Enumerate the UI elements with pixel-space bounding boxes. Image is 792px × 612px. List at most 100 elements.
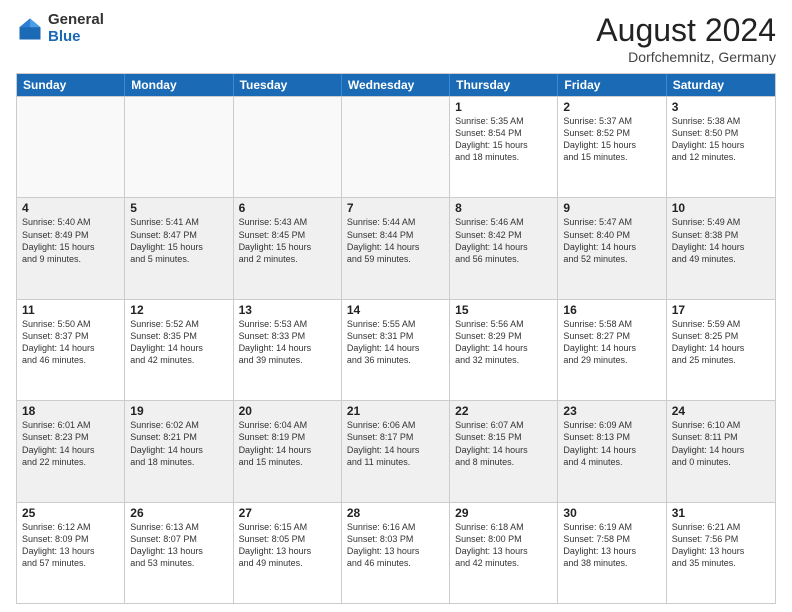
cell-text: Sunrise: 6:10 AM: [672, 419, 770, 431]
cell-text: Sunrise: 5:55 AM: [347, 318, 444, 330]
cell-text: Sunrise: 5:59 AM: [672, 318, 770, 330]
cell-text: and 25 minutes.: [672, 354, 770, 366]
day-number: 20: [239, 404, 336, 418]
cal-cell: 25Sunrise: 6:12 AMSunset: 8:09 PMDayligh…: [17, 503, 125, 603]
cell-text: Sunset: 8:40 PM: [563, 229, 660, 241]
cell-text: Daylight: 14 hours: [347, 444, 444, 456]
cal-cell: 16Sunrise: 5:58 AMSunset: 8:27 PMDayligh…: [558, 300, 666, 400]
cell-text: Sunset: 8:38 PM: [672, 229, 770, 241]
cal-cell: 19Sunrise: 6:02 AMSunset: 8:21 PMDayligh…: [125, 401, 233, 501]
cell-text: and 11 minutes.: [347, 456, 444, 468]
cal-header-monday: Monday: [125, 74, 233, 96]
cell-text: Sunset: 8:35 PM: [130, 330, 227, 342]
cell-text: Sunrise: 6:07 AM: [455, 419, 552, 431]
cell-text: and 15 minutes.: [239, 456, 336, 468]
cal-cell: 8Sunrise: 5:46 AMSunset: 8:42 PMDaylight…: [450, 198, 558, 298]
day-number: 2: [563, 100, 660, 114]
cal-cell: 1Sunrise: 5:35 AMSunset: 8:54 PMDaylight…: [450, 97, 558, 197]
cell-text: Sunset: 8:25 PM: [672, 330, 770, 342]
day-number: 11: [22, 303, 119, 317]
cell-text: Daylight: 14 hours: [239, 342, 336, 354]
day-number: 22: [455, 404, 552, 418]
cal-cell: 12Sunrise: 5:52 AMSunset: 8:35 PMDayligh…: [125, 300, 233, 400]
cell-text: Daylight: 15 hours: [22, 241, 119, 253]
cell-text: and 0 minutes.: [672, 456, 770, 468]
cell-text: Daylight: 13 hours: [672, 545, 770, 557]
title-block: August 2024 Dorfchemnitz, Germany: [596, 12, 776, 65]
cell-text: Sunrise: 5:50 AM: [22, 318, 119, 330]
cal-cell: 7Sunrise: 5:44 AMSunset: 8:44 PMDaylight…: [342, 198, 450, 298]
cal-cell: 28Sunrise: 6:16 AMSunset: 8:03 PMDayligh…: [342, 503, 450, 603]
calendar-body: 1Sunrise: 5:35 AMSunset: 8:54 PMDaylight…: [17, 96, 775, 603]
cell-text: Daylight: 14 hours: [22, 444, 119, 456]
cell-text: Sunrise: 5:53 AM: [239, 318, 336, 330]
cell-text: Sunset: 8:17 PM: [347, 431, 444, 443]
cell-text: Sunset: 8:47 PM: [130, 229, 227, 241]
cell-text: and 15 minutes.: [563, 151, 660, 163]
logo-icon: [16, 15, 44, 43]
cal-cell: 18Sunrise: 6:01 AMSunset: 8:23 PMDayligh…: [17, 401, 125, 501]
cell-text: and 9 minutes.: [22, 253, 119, 265]
cell-text: and 46 minutes.: [347, 557, 444, 569]
cal-cell: 21Sunrise: 6:06 AMSunset: 8:17 PMDayligh…: [342, 401, 450, 501]
cell-text: Sunrise: 6:12 AM: [22, 521, 119, 533]
cal-cell: 11Sunrise: 5:50 AMSunset: 8:37 PMDayligh…: [17, 300, 125, 400]
cell-text: and 32 minutes.: [455, 354, 552, 366]
cal-cell: 22Sunrise: 6:07 AMSunset: 8:15 PMDayligh…: [450, 401, 558, 501]
cell-text: and 18 minutes.: [130, 456, 227, 468]
cell-text: Daylight: 13 hours: [347, 545, 444, 557]
cal-cell: 24Sunrise: 6:10 AMSunset: 8:11 PMDayligh…: [667, 401, 775, 501]
cell-text: Daylight: 14 hours: [130, 444, 227, 456]
cal-cell: 27Sunrise: 6:15 AMSunset: 8:05 PMDayligh…: [234, 503, 342, 603]
cell-text: Sunrise: 5:58 AM: [563, 318, 660, 330]
cell-text: Sunrise: 5:52 AM: [130, 318, 227, 330]
cell-text: Sunrise: 5:43 AM: [239, 216, 336, 228]
cell-text: Sunset: 8:33 PM: [239, 330, 336, 342]
cell-text: Daylight: 14 hours: [239, 444, 336, 456]
cell-text: Daylight: 14 hours: [563, 342, 660, 354]
cell-text: Sunrise: 6:18 AM: [455, 521, 552, 533]
day-number: 9: [563, 201, 660, 215]
cal-cell: 6Sunrise: 5:43 AMSunset: 8:45 PMDaylight…: [234, 198, 342, 298]
cal-cell: 26Sunrise: 6:13 AMSunset: 8:07 PMDayligh…: [125, 503, 233, 603]
cell-text: Daylight: 14 hours: [455, 342, 552, 354]
logo-text: General Blue: [48, 12, 104, 45]
cell-text: Daylight: 14 hours: [22, 342, 119, 354]
cal-cell: 5Sunrise: 5:41 AMSunset: 8:47 PMDaylight…: [125, 198, 233, 298]
cell-text: Daylight: 14 hours: [672, 342, 770, 354]
cell-text: Sunset: 8:15 PM: [455, 431, 552, 443]
cal-cell: [17, 97, 125, 197]
cell-text: Daylight: 13 hours: [130, 545, 227, 557]
logo-general: General: [48, 12, 104, 29]
day-number: 28: [347, 506, 444, 520]
cell-text: Sunset: 8:13 PM: [563, 431, 660, 443]
cal-header-friday: Friday: [558, 74, 666, 96]
header: General Blue August 2024 Dorfchemnitz, G…: [16, 12, 776, 65]
cal-cell: 13Sunrise: 5:53 AMSunset: 8:33 PMDayligh…: [234, 300, 342, 400]
cal-cell: 15Sunrise: 5:56 AMSunset: 8:29 PMDayligh…: [450, 300, 558, 400]
cell-text: Sunset: 8:00 PM: [455, 533, 552, 545]
cell-text: and 59 minutes.: [347, 253, 444, 265]
cell-text: Sunrise: 5:40 AM: [22, 216, 119, 228]
day-number: 24: [672, 404, 770, 418]
day-number: 10: [672, 201, 770, 215]
day-number: 3: [672, 100, 770, 114]
cal-row-2: 11Sunrise: 5:50 AMSunset: 8:37 PMDayligh…: [17, 299, 775, 400]
cell-text: Daylight: 15 hours: [455, 139, 552, 151]
day-number: 5: [130, 201, 227, 215]
cell-text: Sunrise: 5:41 AM: [130, 216, 227, 228]
cell-text: Sunset: 8:29 PM: [455, 330, 552, 342]
cell-text: and 49 minutes.: [239, 557, 336, 569]
cell-text: Sunrise: 6:16 AM: [347, 521, 444, 533]
cell-text: Daylight: 14 hours: [563, 444, 660, 456]
cell-text: and 22 minutes.: [22, 456, 119, 468]
cell-text: Sunrise: 5:56 AM: [455, 318, 552, 330]
cell-text: Sunrise: 6:02 AM: [130, 419, 227, 431]
cell-text: Sunrise: 5:38 AM: [672, 115, 770, 127]
cell-text: and 46 minutes.: [22, 354, 119, 366]
cal-cell: [342, 97, 450, 197]
cal-header-saturday: Saturday: [667, 74, 775, 96]
cell-text: and 52 minutes.: [563, 253, 660, 265]
cell-text: and 57 minutes.: [22, 557, 119, 569]
cal-cell: [125, 97, 233, 197]
